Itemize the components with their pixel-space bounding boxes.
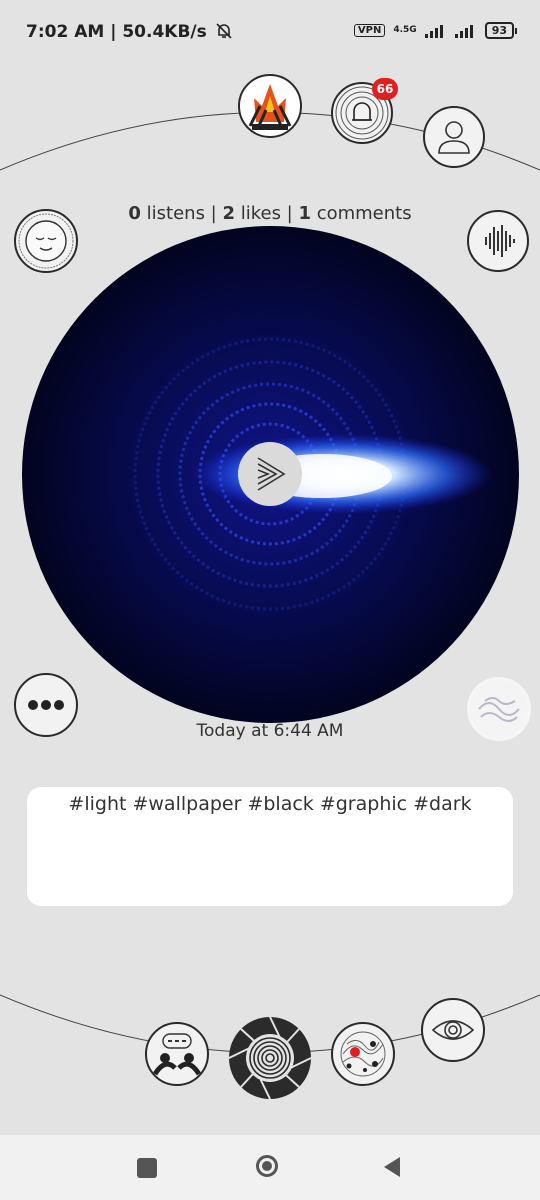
likes-label: likes | bbox=[234, 203, 299, 224]
flame-hands-icon bbox=[248, 84, 292, 130]
post-timestamp: Today at 6:44 AM bbox=[196, 721, 344, 741]
listens-count: 0 bbox=[128, 203, 141, 224]
user-icon bbox=[438, 121, 470, 154]
eye-icon bbox=[431, 1020, 475, 1040]
discover-button[interactable] bbox=[421, 998, 485, 1062]
people-chat-icon bbox=[152, 1033, 202, 1076]
likes-count: 2 bbox=[222, 203, 235, 224]
recents-icon[interactable] bbox=[137, 1158, 157, 1178]
play-button[interactable] bbox=[238, 442, 302, 506]
camera-aperture-icon bbox=[228, 1016, 312, 1100]
comments-label: comments bbox=[310, 203, 412, 224]
creator-avatar[interactable] bbox=[238, 74, 302, 138]
system-nav-bar bbox=[0, 1135, 540, 1200]
post-tags: #light #wallpaper #black #graphic #dark bbox=[68, 793, 472, 815]
profile-button[interactable] bbox=[423, 106, 485, 168]
explore-map-button[interactable] bbox=[331, 1022, 395, 1086]
home-icon[interactable] bbox=[256, 1155, 278, 1177]
comments-count: 1 bbox=[298, 203, 311, 224]
notification-count-badge: 66 bbox=[372, 78, 398, 100]
back-icon[interactable] bbox=[382, 1156, 402, 1178]
listens-label: listens | bbox=[140, 203, 223, 224]
play-icon bbox=[257, 457, 286, 491]
planets-map-icon bbox=[340, 1031, 386, 1077]
community-button[interactable] bbox=[145, 1022, 209, 1086]
post-tags-box: #light #wallpaper #black #graphic #dark bbox=[27, 787, 513, 906]
more-dots-icon bbox=[28, 700, 64, 710]
post-stats: 0 listens | 2 likes | 1 comments bbox=[0, 203, 540, 224]
camera-button[interactable] bbox=[228, 1016, 312, 1100]
